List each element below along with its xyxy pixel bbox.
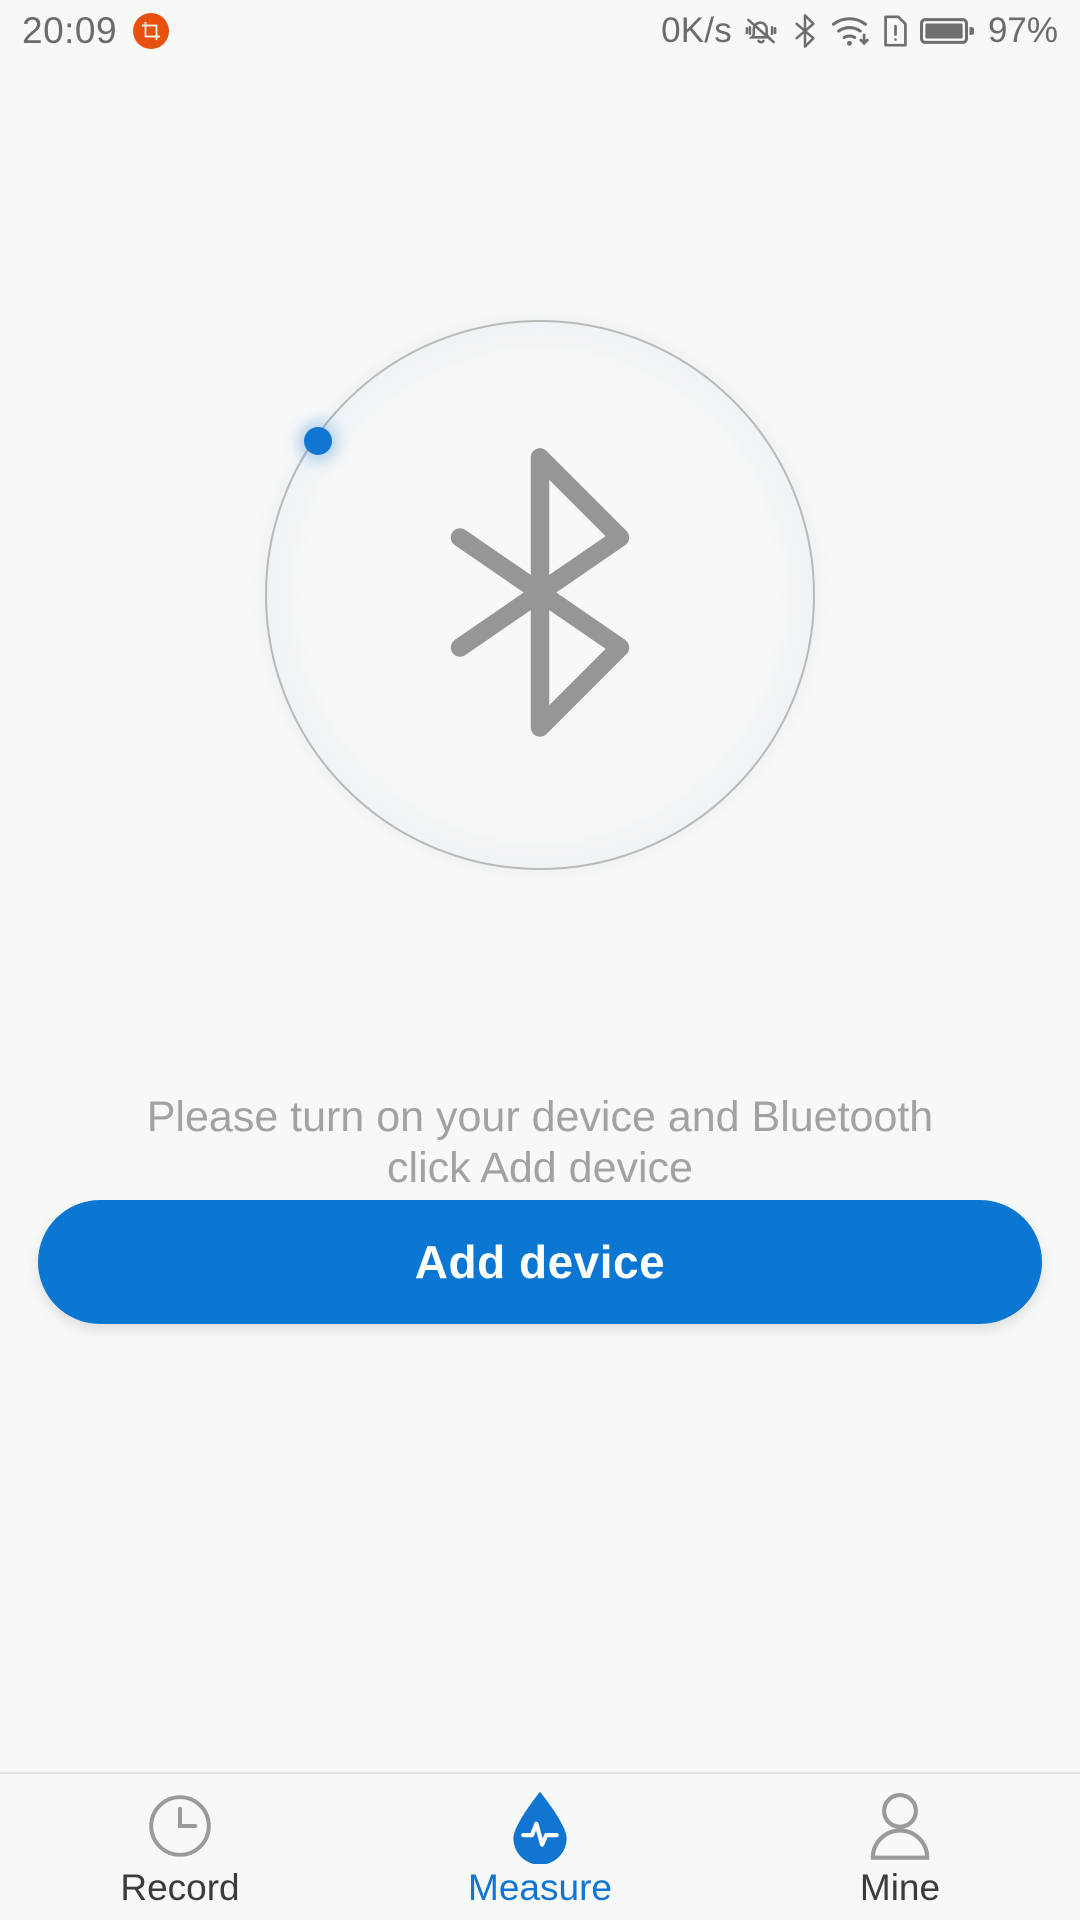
add-device-button[interactable]: Add device (38, 1200, 1042, 1324)
battery-full-icon (919, 16, 974, 46)
wifi-download-icon (831, 14, 871, 48)
clock-icon (144, 1789, 216, 1863)
person-icon (866, 1789, 934, 1863)
hint-text: Please turn on your device and Bluetooth… (0, 1092, 1080, 1193)
battery-percent-label: 97% (987, 11, 1058, 50)
sim-alert-icon (882, 14, 909, 48)
bluetooth-scan-ring (260, 315, 820, 875)
bluetooth-glyph (433, 448, 648, 743)
main-content: Please turn on your device and Bluetooth… (0, 62, 1080, 1772)
scan-indicator-dot (304, 427, 332, 455)
status-bar: 20:09 0K/s 97% (0, 0, 1080, 62)
tab-record[interactable]: Record (0, 1774, 360, 1920)
tab-measure[interactable]: Measure (360, 1774, 720, 1920)
status-time: 20:09 (22, 10, 118, 51)
status-bar-left: 20:09 (22, 10, 170, 52)
tab-measure-label: Measure (468, 1866, 612, 1908)
tab-mine-label: Mine (859, 1866, 941, 1908)
tab-record-label: Record (120, 1866, 240, 1908)
network-speed-label: 0K/s (661, 11, 732, 50)
bluetooth-icon (790, 13, 820, 49)
app-screen: 20:09 0K/s 97% Please turn on your devic… (0, 0, 1080, 1920)
crop-icon[interactable] (133, 13, 170, 49)
blood-drop-pulse-icon (505, 1789, 575, 1864)
bottom-tab-bar: Record Measure Mine (0, 1772, 1080, 1920)
tab-mine[interactable]: Mine (720, 1774, 1080, 1920)
bell-muted-icon (743, 13, 779, 49)
status-bar-right: 0K/s 97% (661, 11, 1058, 51)
hint-line-1: Please turn on your device and Bluetooth (146, 1093, 934, 1141)
hint-line-2: click Add device (387, 1143, 693, 1192)
